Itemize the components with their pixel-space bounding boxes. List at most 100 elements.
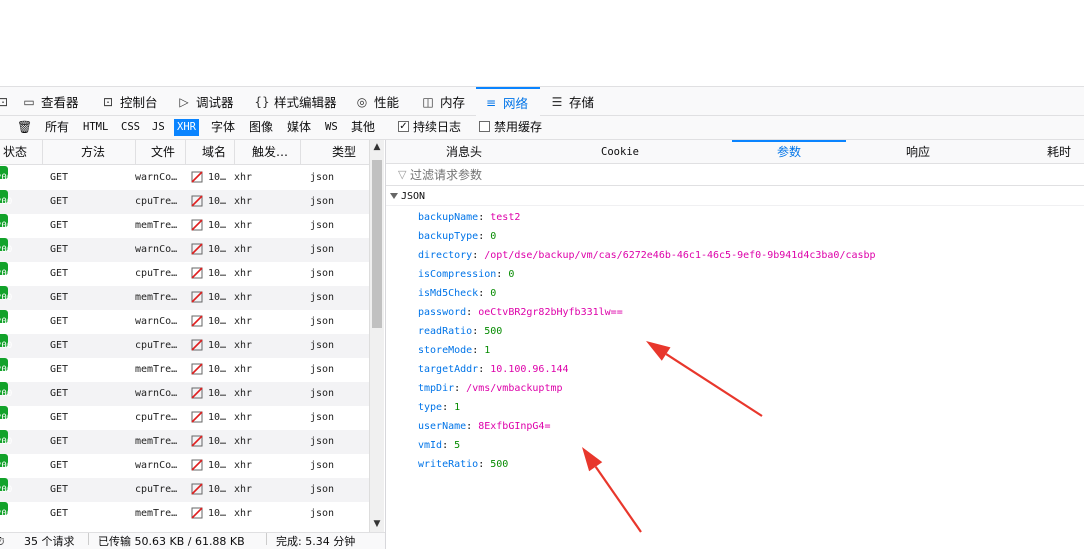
column-cause[interactable]: 触发… bbox=[249, 140, 301, 165]
table-row[interactable]: 200 GET cpuTre… 10… xhr json bbox=[0, 190, 369, 214]
trash-icon[interactable]: 🗑 bbox=[14, 119, 35, 136]
scrollbar-thumb[interactable] bbox=[372, 160, 382, 328]
tracking-blocked-icon bbox=[191, 435, 203, 447]
param-colon: : bbox=[472, 250, 485, 261]
cell-domain: 10… bbox=[208, 484, 227, 495]
column-status[interactable]: 状态 bbox=[0, 140, 43, 165]
table-row[interactable]: 200 GET cpuTre… 10… xhr json bbox=[0, 406, 369, 430]
tab-headers[interactable]: 消息头 bbox=[426, 140, 502, 164]
param-value: /opt/dse/backup/vm/cas/6272e46b-46c1-46c… bbox=[484, 250, 876, 261]
param-key: tmpDir bbox=[418, 383, 455, 394]
filter-type-all[interactable]: 所有 bbox=[42, 119, 72, 136]
cell-file: memTre… bbox=[135, 436, 178, 447]
tab-inspector[interactable]: ▭ 查看器 bbox=[22, 87, 79, 116]
cell-method: GET bbox=[50, 268, 69, 279]
pick-element-icon[interactable]: ⊡ bbox=[0, 87, 10, 116]
status-badge: 200 bbox=[0, 502, 12, 519]
param-key: storeMode bbox=[418, 345, 473, 356]
column-file[interactable]: 文件 bbox=[148, 140, 186, 165]
pause-icon[interactable] bbox=[0, 118, 4, 134]
scroll-down-icon[interactable]: ▼ bbox=[370, 517, 384, 532]
tracking-blocked-icon bbox=[191, 387, 203, 399]
tab-storage[interactable]: ☰ 存储 bbox=[550, 87, 594, 116]
tab-params[interactable]: 参数 bbox=[732, 140, 846, 164]
table-row[interactable]: 200 GET memTre… 10… xhr json bbox=[0, 358, 369, 382]
tab-performance[interactable]: ◎ 性能 bbox=[355, 87, 399, 116]
table-row[interactable]: 200 GET memTre… 10… xhr json bbox=[0, 502, 369, 526]
cell-type: json bbox=[310, 292, 335, 303]
param-row[interactable]: storeMode: 1 bbox=[418, 341, 1078, 360]
param-row[interactable]: vmId: 5 bbox=[418, 436, 1078, 455]
table-row[interactable]: 200 GET cpuTre… 10… xhr json bbox=[0, 262, 369, 286]
tab-label: 查看器 bbox=[41, 95, 79, 110]
filter-type-media[interactable]: 媒体 bbox=[284, 119, 314, 136]
json-section-header[interactable]: JSON bbox=[386, 188, 1084, 206]
param-row[interactable]: writeRatio: 500 bbox=[418, 455, 1078, 474]
table-row[interactable]: 200 GET warnCo… 10… xhr json bbox=[0, 238, 369, 262]
tab-debugger[interactable]: ▷ 调试器 bbox=[177, 87, 233, 116]
param-row[interactable]: userName: 8ExfbGInpG4= bbox=[418, 417, 1078, 436]
param-row[interactable]: type: 1 bbox=[418, 398, 1078, 417]
request-list-panel: 状态 方法 文件 域名 触发… 类型 200 GET warnCo… 10… xhr js… bbox=[0, 140, 385, 532]
cell-method: GET bbox=[50, 388, 69, 399]
table-row[interactable]: 200 GET cpuTre… 10… xhr json bbox=[0, 478, 369, 502]
param-row[interactable]: targetAddr: 10.100.96.144 bbox=[418, 360, 1078, 379]
request-list-scrollbar[interactable]: ▲ ▼ bbox=[369, 140, 384, 532]
blank-page-area bbox=[0, 0, 1084, 86]
filter-type-xhr[interactable]: XHR bbox=[174, 119, 199, 136]
table-row[interactable]: 200 GET warnCo… 10… xhr json bbox=[0, 310, 369, 334]
tab-response[interactable]: 响应 bbox=[880, 140, 956, 164]
table-row[interactable]: 200 GET memTre… 10… xhr json bbox=[0, 430, 369, 454]
filter-type-css[interactable]: CSS bbox=[118, 119, 143, 136]
table-row[interactable]: 200 GET memTre… 10… xhr json bbox=[0, 214, 369, 238]
param-key: targetAddr bbox=[418, 364, 479, 375]
filter-params-input[interactable]: ▽ 过滤请求参数 bbox=[386, 165, 1084, 186]
expand-triangle-icon[interactable] bbox=[390, 193, 398, 199]
cell-domain: 10… bbox=[208, 316, 227, 327]
param-value: 1 bbox=[484, 345, 491, 356]
param-row[interactable]: tmpDir: /vms/vmbackuptmp bbox=[418, 379, 1078, 398]
param-row[interactable]: backupType: 0 bbox=[418, 227, 1078, 246]
param-row[interactable]: directory: /opt/dse/backup/vm/cas/6272e4… bbox=[418, 246, 1078, 265]
tab-style-editor[interactable]: {} 样式编辑器 bbox=[254, 87, 336, 116]
filter-type-js[interactable]: JS bbox=[149, 119, 168, 136]
tab-memory[interactable]: ◫ 内存 bbox=[421, 87, 465, 116]
cell-file: memTre… bbox=[135, 220, 178, 231]
param-row[interactable]: isCompression: 0 bbox=[418, 265, 1078, 284]
table-row[interactable]: 200 GET cpuTre… 10… xhr json bbox=[0, 334, 369, 358]
param-row[interactable]: isMd5Check: 0 bbox=[418, 284, 1078, 303]
column-type[interactable]: 类型 bbox=[329, 140, 369, 165]
column-method[interactable]: 方法 bbox=[78, 140, 136, 165]
param-row[interactable]: readRatio: 500 bbox=[418, 322, 1078, 341]
param-row[interactable]: backupName: test2 bbox=[418, 208, 1078, 227]
devtools-toolbar: ⊡ ▭ 查看器 ⊡ 控制台 ▷ 调试器 {} 样式编辑器 ◎ 性能 ◫ 内存 ≡… bbox=[0, 86, 1084, 116]
table-row[interactable]: 200 GET warnCo… 10… xhr json bbox=[0, 382, 369, 406]
filter-type-html[interactable]: HTML bbox=[80, 119, 111, 136]
performance-analysis-icon[interactable]: ⏱ bbox=[0, 533, 5, 549]
tab-network[interactable]: ≡ 网络 bbox=[476, 87, 540, 116]
tab-console[interactable]: ⊡ 控制台 bbox=[101, 87, 158, 116]
filter-type-fonts[interactable]: 字体 bbox=[208, 119, 238, 136]
param-colon: : bbox=[472, 345, 485, 356]
param-row[interactable]: password: oeCtvBR2gr82bHyfb331lw== bbox=[418, 303, 1078, 322]
table-row[interactable]: 200 GET warnCo… 10… xhr json bbox=[0, 454, 369, 478]
disable-cache-checkbox[interactable] bbox=[479, 121, 490, 132]
filter-type-images[interactable]: 图像 bbox=[246, 119, 276, 136]
param-value: 0 bbox=[490, 231, 497, 242]
tab-timings[interactable]: 耗时 bbox=[1034, 140, 1084, 164]
param-key: vmId bbox=[418, 440, 443, 451]
filter-type-other[interactable]: 其他 bbox=[348, 119, 378, 136]
persist-logs-checkbox[interactable]: ✓ bbox=[398, 121, 409, 132]
style-editor-icon: {} bbox=[254, 94, 270, 109]
cell-cause: xhr bbox=[234, 292, 253, 303]
cell-file: memTre… bbox=[135, 364, 178, 375]
column-domain[interactable]: 域名 bbox=[199, 140, 235, 165]
scroll-up-icon[interactable]: ▲ bbox=[370, 140, 384, 155]
storage-icon: ☰ bbox=[551, 94, 563, 109]
param-value: 0 bbox=[508, 269, 515, 280]
tab-cookies[interactable]: Cookie bbox=[582, 140, 658, 164]
table-row[interactable]: 200 GET warnCo… 10… xhr json bbox=[0, 166, 369, 190]
table-row[interactable]: 200 GET memTre… 10… xhr json bbox=[0, 286, 369, 310]
param-key: backupName bbox=[418, 212, 479, 223]
filter-type-ws[interactable]: WS bbox=[322, 119, 341, 136]
